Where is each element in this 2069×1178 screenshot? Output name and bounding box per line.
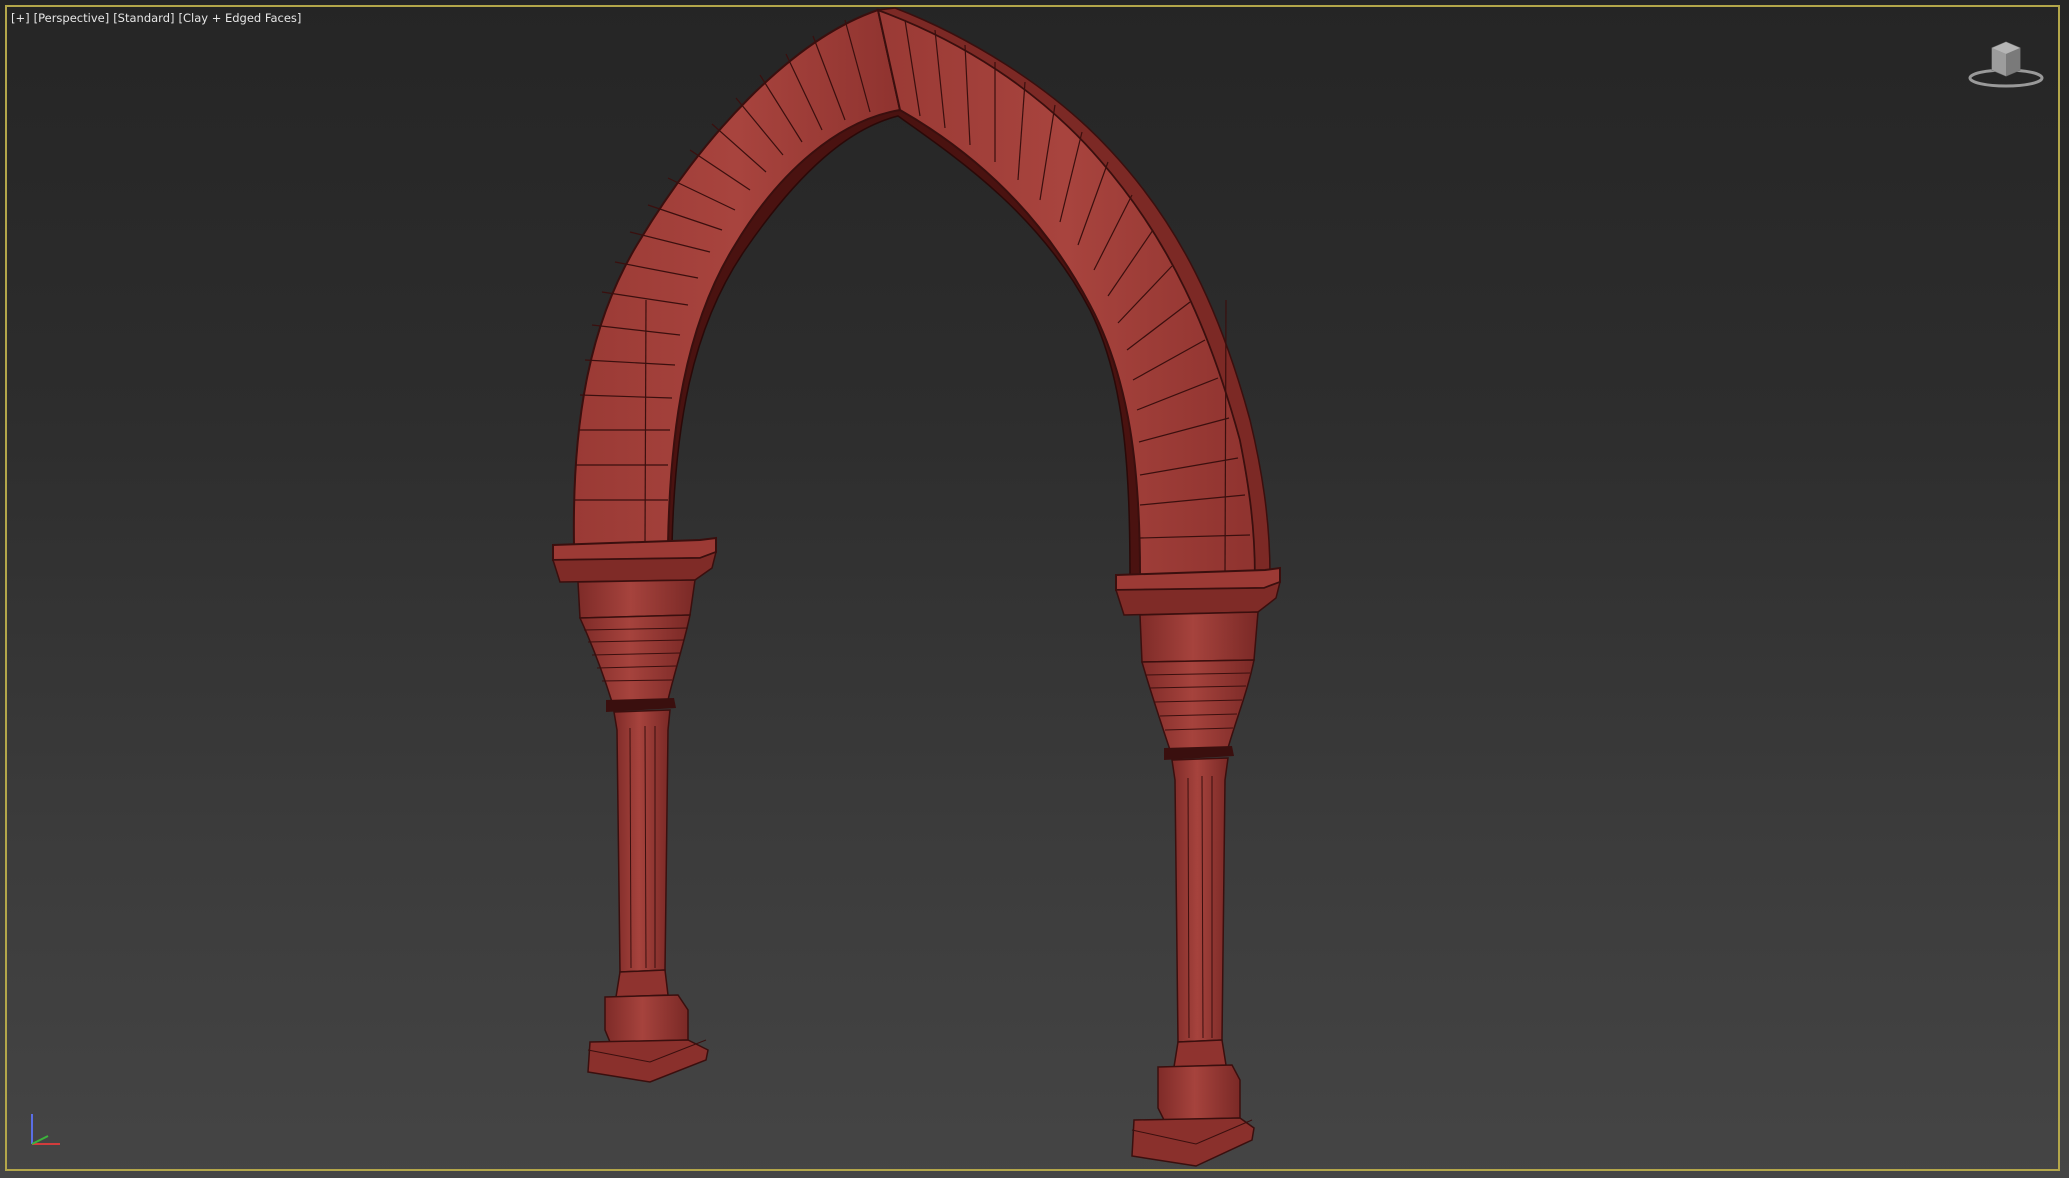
- arch-model[interactable]: [0, 0, 2069, 1178]
- left-column[interactable]: [551, 536, 718, 1083]
- left-base-collar: [615, 969, 669, 998]
- right-capital-block: [1139, 611, 1259, 663]
- left-capital-block: [577, 579, 696, 619]
- arch-ring[interactable]: [572, 7, 1271, 582]
- right-plinth-lower: [1131, 1117, 1255, 1167]
- perspective-viewport[interactable]: [+] [Perspective] [Standard] [Clay + Edg…: [0, 0, 2069, 1178]
- left-shaft: [613, 709, 671, 973]
- right-plinth-upper: [1157, 1064, 1241, 1121]
- right-column[interactable]: [1114, 566, 1282, 1167]
- axis-tripod-icon: [31, 1114, 60, 1145]
- viewcube-icon[interactable]: [1966, 36, 2046, 92]
- right-base-collar: [1173, 1039, 1227, 1068]
- right-shaft: [1171, 757, 1229, 1043]
- left-plinth-upper: [604, 994, 689, 1043]
